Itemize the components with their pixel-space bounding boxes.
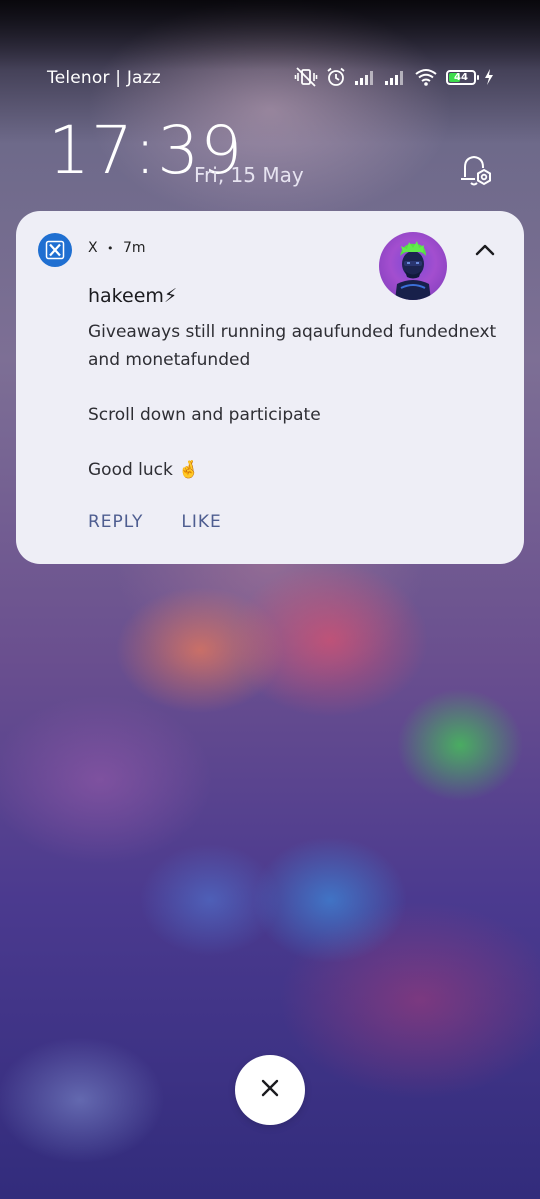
lockscreen-date: Fri, 15 May [194, 163, 304, 187]
close-icon [259, 1077, 281, 1103]
status-icons: 44 [294, 67, 494, 87]
carrier-name: Telenor | Jazz [47, 68, 161, 88]
x-logo-icon [38, 233, 72, 267]
like-button[interactable]: LIKE [181, 512, 221, 532]
collapse-chevron-icon[interactable] [471, 239, 499, 261]
dismiss-button[interactable] [235, 1055, 305, 1125]
status-bar-shade [0, 0, 540, 70]
avatar [379, 232, 447, 300]
notification-actions: REPLY LIKE [88, 512, 222, 532]
message-line: Scroll down and participate [88, 404, 321, 425]
notification-age: 7m [123, 240, 146, 256]
signal-icon [354, 69, 376, 85]
status-bar: Telenor | Jazz 44 [0, 64, 540, 94]
signal-icon [384, 69, 406, 85]
notification-settings-icon[interactable] [458, 152, 494, 190]
notification-sender: hakeem⚡ [88, 285, 178, 307]
notification-message: Giveaways still running aqaufunded funde… [88, 319, 508, 484]
message-line: Giveaways still running aqaufunded funde… [88, 322, 497, 370]
battery-icon: 44 [446, 69, 479, 85]
battery-level: 44 [454, 71, 468, 83]
message-line: Good luck 🤞 [88, 459, 200, 480]
vibrate-off-icon [294, 67, 318, 87]
reply-button[interactable]: REPLY [88, 512, 143, 532]
charging-icon [484, 69, 494, 85]
wifi-icon [414, 68, 438, 86]
notification-header: X • 7m [88, 240, 146, 256]
notification-card[interactable]: X • 7m hakeem⚡ Giveaways still running a… [16, 211, 524, 564]
separator-dot: • [107, 242, 114, 255]
alarm-icon [326, 67, 346, 87]
app-name: X [88, 240, 98, 256]
